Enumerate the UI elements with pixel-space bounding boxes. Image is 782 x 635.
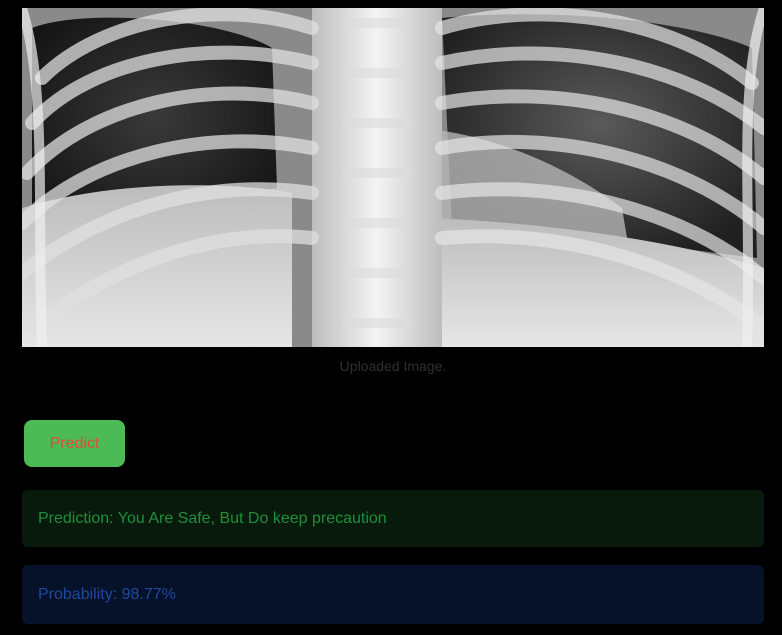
uploaded-xray-image [22, 8, 764, 347]
app-page: Uploaded Image. Predict Prediction: You … [0, 0, 782, 635]
prediction-alert: Prediction: You Are Safe, But Do keep pr… [22, 490, 764, 547]
prediction-text: Prediction: You Are Safe, But Do keep pr… [38, 509, 387, 527]
image-caption: Uploaded Image. [339, 358, 447, 374]
probability-alert: Probability: 98.77% [22, 565, 764, 624]
chest-xray-graphic [22, 8, 764, 347]
probability-text: Probability: 98.77% [38, 585, 176, 603]
predict-button[interactable]: Predict [24, 420, 125, 467]
